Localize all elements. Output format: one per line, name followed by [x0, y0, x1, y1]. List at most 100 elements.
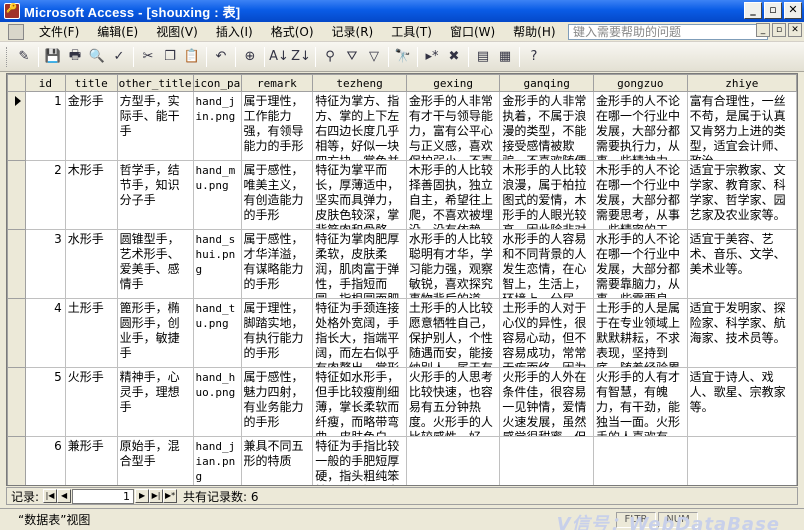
cell-icon-path[interactable]: hand_jin.png [192, 91, 242, 161]
row-selector[interactable] [7, 229, 26, 299]
cell-zhiye[interactable]: 适宜于宗教家、文学家、教育家、科学家、哲学家、园艺家及农业家等。 [686, 160, 797, 230]
column-header-tezheng[interactable]: tezheng [312, 74, 407, 92]
cell-title[interactable]: 木形手 [64, 160, 118, 230]
cell-tezheng[interactable]: 特征为掌方、指方、掌的上下左右四边长度几乎相等，好似一块四方块，掌色并 [312, 91, 407, 161]
child-minimize-button[interactable]: _ [756, 23, 770, 37]
menu-format[interactable]: 格式(O) [262, 23, 323, 40]
child-close-button[interactable]: ✕ [788, 23, 802, 37]
cell-tezheng[interactable]: 特征为掌平而长，厚薄适中，坚实而具弹力，皮肤色较深，掌背筋肉和骨骼 [312, 160, 407, 230]
access-app-icon[interactable] [4, 3, 20, 19]
hyperlink-icon[interactable]: ⊕ [239, 46, 261, 68]
cell-remark[interactable]: 属于感性，才华洋溢，有谋略能力的手形 [240, 229, 314, 299]
cell-zhiye[interactable]: 适宜于美容、艺术、音乐、文学、美术业等。 [686, 229, 797, 299]
menu-records[interactable]: 记录(R) [323, 23, 383, 40]
cell-gongzuo[interactable]: 土形手的人是属于在专业领域上默默耕耘，不求表现，坚持到底，随着经验累 [592, 298, 688, 368]
restore-button[interactable]: ▫ [764, 2, 782, 19]
cell-other-title[interactable]: 方型手，实际手、能干手 [116, 91, 194, 161]
cell-title[interactable]: 水形手 [64, 229, 118, 299]
table-row[interactable]: 6 兼形手 原始手，混合型手 hand_jian.png 兼具不同五形的特质 特征为手指比… [7, 436, 797, 485]
cell-gongzuo[interactable]: 金形手的人不论在哪一个行业中发展，大部分都需要执行力，从事一些精神力 [592, 91, 688, 161]
cell-id[interactable]: 3 [24, 229, 66, 299]
cell-ganqing[interactable]: 金形手的人非常执着，不属于浪漫的类型，不能接受感情被欺骗，不喜欢随便 [499, 91, 594, 161]
table-row[interactable]: 1 金形手 方型手，实际手、能干手 hand_jin.png 属于理性，工作能力强，有领… [7, 91, 797, 161]
cell-ganqing[interactable] [499, 436, 594, 485]
table-row[interactable]: 4 土形手 篦形手，椭圆形手，创业手，敏捷手 hand_tu.png 属于理性，脚踏实地… [7, 298, 797, 368]
new-record-icon[interactable]: ▸* [421, 46, 443, 68]
column-header-icon-path[interactable]: icon_pa [192, 74, 242, 92]
cell-icon-path[interactable]: hand_huo.png [192, 367, 242, 437]
column-header-remark[interactable]: remark [240, 74, 314, 92]
cell-ganqing[interactable]: 土形手的人对于心仪的异性，很容易心动，但不容易成功，常常无疾而终，因为 [499, 298, 594, 368]
current-record-input[interactable]: 1 [72, 488, 135, 504]
cell-id[interactable]: 6 [24, 436, 66, 485]
help-icon[interactable]: ? [523, 46, 545, 68]
menu-insert[interactable]: 插入(I) [207, 23, 262, 40]
column-header-gongzuo[interactable]: gongzuo [592, 74, 688, 92]
undo-icon[interactable]: ↶ [210, 46, 232, 68]
apply-filter-icon[interactable]: ▽ [363, 46, 385, 68]
cut-icon[interactable]: ✂ [137, 46, 159, 68]
close-button[interactable]: ✕ [784, 2, 802, 19]
cell-gexing[interactable]: 火形手的人思考比较快速，也容易有五分钟热度。火形手的人比较感性，好 [405, 367, 501, 437]
cell-title[interactable]: 土形手 [64, 298, 118, 368]
sort-ascending-icon[interactable]: A↓ [268, 46, 290, 68]
row-selector-header[interactable] [7, 74, 26, 92]
cell-title[interactable]: 金形手 [64, 91, 118, 161]
cell-remark[interactable]: 属于感性，魅力四射，有业务能力的手形 [240, 367, 314, 437]
print-icon[interactable]: 🖶 [64, 46, 86, 68]
cell-tezheng[interactable]: 特征为手颈连接处格外宽阔，手指长大，指端平阔，而左右似乎有肉赘出，掌形 [312, 298, 407, 368]
toolbar-grip[interactable] [6, 46, 9, 67]
cell-gongzuo[interactable] [592, 436, 688, 485]
database-window-icon[interactable]: ▤ [472, 46, 494, 68]
view-icon[interactable]: ✎ [13, 46, 35, 68]
menu-edit[interactable]: 编辑(E) [88, 23, 147, 40]
cell-ganqing[interactable]: 水形手的人容易和不同背景的人发生恋情，在心智上，生活上，环境上，分居 [499, 229, 594, 299]
row-selector[interactable] [7, 91, 26, 161]
cell-gexing[interactable]: 土形手的人比较愿意牺牲自己，保护别人，个性随遇而安，能接纳别人，属于有 [405, 298, 501, 368]
menu-window[interactable]: 窗口(W) [441, 23, 504, 40]
sort-descending-icon[interactable]: Z↓ [290, 46, 312, 68]
row-selector[interactable] [7, 436, 26, 485]
cell-id[interactable]: 1 [24, 91, 66, 161]
find-icon[interactable]: 🔭 [392, 46, 414, 68]
table-row[interactable]: 2 木形手 哲学手，结节手，知识分子手 hand_mu.png 属于感性，唯美主义，有创… [7, 160, 797, 230]
cell-icon-path[interactable]: hand_jian.png [192, 436, 242, 485]
cell-gexing[interactable]: 水形手的人比较聪明有才华，学习能力强，观察敏锐，喜欢探究事物背后的道 [405, 229, 501, 299]
table-row[interactable]: 3 水形手 圆锥型手，艺术形手、爱美手、感情手 hand_shui.png 属于感性，才… [7, 229, 797, 299]
cell-zhiye[interactable] [686, 436, 797, 485]
cell-gongzuo[interactable]: 火形手的人有才有智慧，有魄力，有干劲，能独当一面。火形手的人喜欢有 [592, 367, 688, 437]
cell-zhiye[interactable]: 富有合理性，一丝不苟，是属于认真又肯努力上进的类型，适宜会计师、政治 [686, 91, 797, 161]
cell-gongzuo[interactable]: 木形手的人不论在哪一个行业中发展，大部分都需要思考，从事一些精密的工 [592, 160, 688, 230]
menu-help[interactable]: 帮助(H) [504, 23, 564, 40]
row-selector[interactable] [7, 160, 26, 230]
menu-view[interactable]: 视图(V) [147, 23, 207, 40]
cell-other-title[interactable]: 篦形手，椭圆形手，创业手，敏捷手 [116, 298, 194, 368]
cell-zhiye[interactable]: 适宜于发明家、探险家、科学家、航海家、技术员等。 [686, 298, 797, 368]
cell-gexing[interactable]: 金形手的人非常有才干与领导能力，富有公平心与正义感，喜欢保护弱小，不喜 [405, 91, 501, 161]
help-question-input[interactable]: 键入需要帮助的问题 [568, 24, 768, 40]
cell-other-title[interactable]: 精神手，心灵手，理想手 [116, 367, 194, 437]
datasheet[interactable]: id title other_title icon_pa remark tezh… [6, 73, 798, 486]
save-icon[interactable]: 💾 [42, 46, 64, 68]
minimize-button[interactable]: _ [744, 2, 762, 19]
row-selector[interactable] [7, 367, 26, 437]
column-header-other-title[interactable]: other_title [116, 74, 194, 92]
print-preview-icon[interactable]: 🔍 [86, 46, 108, 68]
column-header-gexing[interactable]: gexing [405, 74, 501, 92]
cell-id[interactable]: 2 [24, 160, 66, 230]
column-header-id[interactable]: id [24, 74, 66, 92]
cell-id[interactable]: 5 [24, 367, 66, 437]
child-restore-button[interactable]: ▫ [772, 23, 786, 37]
filter-by-selection-icon[interactable]: ⚲ [319, 46, 341, 68]
cell-gexing[interactable] [405, 436, 501, 485]
cell-other-title[interactable]: 圆锥型手，艺术形手、爱美手、感情手 [116, 229, 194, 299]
new-record-button[interactable]: ▶* [163, 489, 178, 503]
copy-icon[interactable]: ❐ [159, 46, 181, 68]
cell-remark[interactable]: 属于感性，唯美主义，有创造能力的手形 [240, 160, 314, 230]
column-header-title[interactable]: title [64, 74, 118, 92]
column-header-ganqing[interactable]: ganqing [499, 74, 594, 92]
cell-icon-path[interactable]: hand_tu.png [192, 298, 242, 368]
cell-tezheng[interactable]: 特征为手指比较一般的手肥短厚硬，指头粗纯笨拙，手形短而弯 [312, 436, 407, 485]
paste-icon[interactable]: 📋 [181, 46, 203, 68]
next-record-button[interactable]: ▶ [135, 489, 150, 503]
